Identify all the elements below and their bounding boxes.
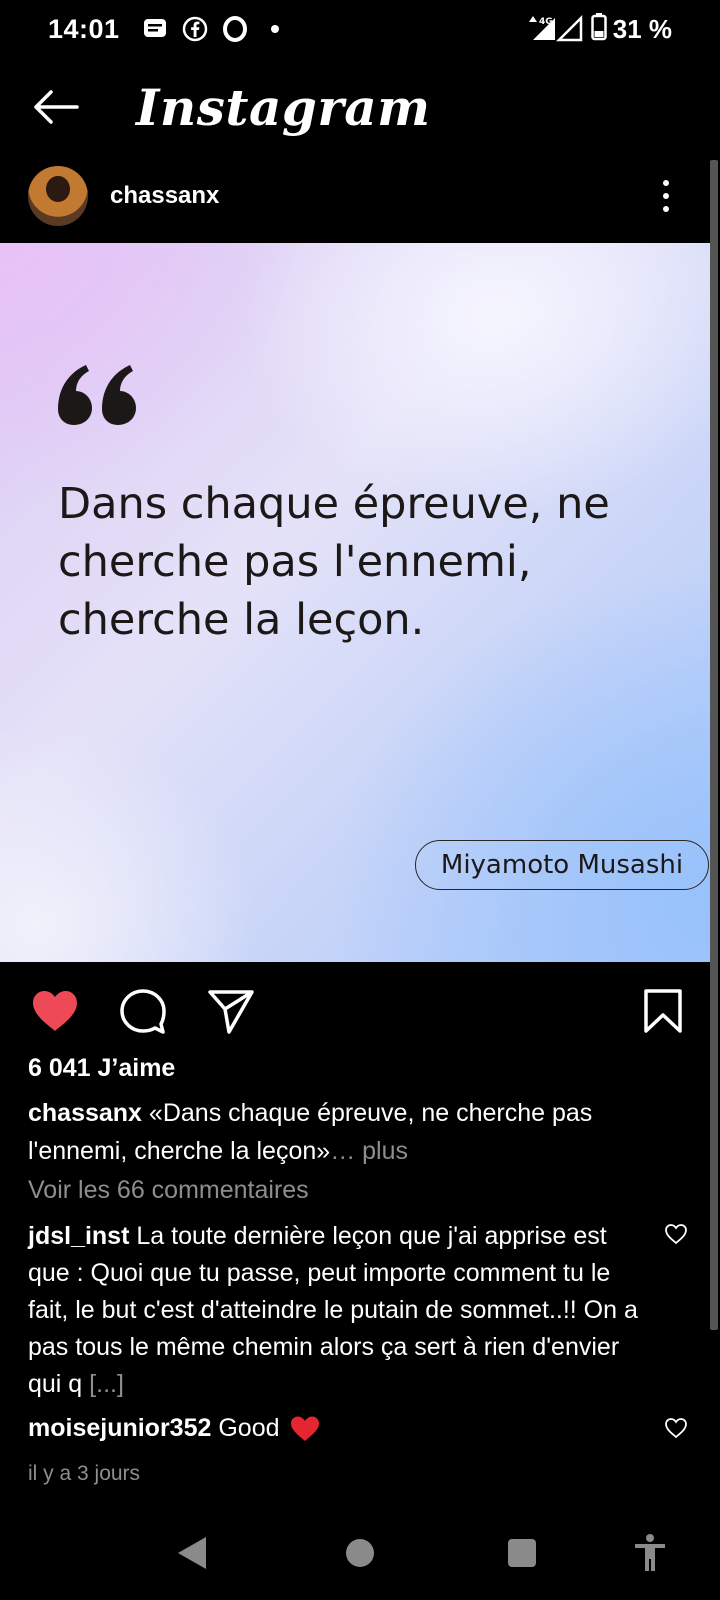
post-caption[interactable]: chassanx «Dans chaque épreuve, ne cherch…	[28, 1094, 668, 1170]
scrollbar[interactable]	[710, 160, 718, 1330]
more-icon-dot	[663, 193, 669, 199]
message-icon	[142, 16, 168, 42]
circle-home-icon	[346, 1539, 374, 1567]
quote-author: Miyamoto Musashi	[415, 840, 709, 890]
heart-filled-icon	[33, 991, 77, 1031]
like-button[interactable]	[28, 984, 82, 1038]
save-button[interactable]	[636, 984, 690, 1038]
comment-icon	[120, 989, 166, 1034]
back-button[interactable]	[0, 62, 110, 152]
red-heart-emoji-icon	[291, 1416, 320, 1442]
quote-line: Dans chaque épreuve, ne	[58, 479, 610, 529]
signal-icon: 4G	[527, 12, 585, 47]
avatar[interactable]	[28, 166, 88, 226]
notification-icons	[142, 16, 288, 42]
quote-line: cherche la leçon.	[58, 595, 425, 645]
accessibility-icon	[635, 1534, 665, 1571]
post-timestamp: il y a 3 jours	[28, 1462, 141, 1485]
system-status: 4G 31 %	[527, 12, 672, 47]
nav-back-button[interactable]	[152, 1506, 232, 1600]
share-button[interactable]	[204, 984, 258, 1038]
more-options-button[interactable]	[654, 171, 678, 221]
post-image[interactable]: Dans chaque épreuve, ne cherche pas l'en…	[0, 243, 710, 962]
opera-icon	[222, 16, 248, 42]
comment-username[interactable]: jdsl_inst	[28, 1222, 129, 1250]
comment-username[interactable]: moisejunior352	[28, 1414, 211, 1442]
more-icon-dot	[663, 206, 669, 212]
status-bar: 14:01 4G 31 %	[0, 0, 720, 58]
comment-item: moisejunior352 Good	[28, 1410, 638, 1447]
comment-item: jdsl_inst La toute dernière leçon que j'…	[28, 1218, 638, 1403]
post-actions	[0, 976, 720, 1046]
quote-text: Dans chaque épreuve, ne cherche pas l'en…	[58, 475, 678, 649]
facebook-icon	[182, 16, 208, 42]
post-username[interactable]: chassanx	[110, 182, 219, 210]
quote-icon	[58, 365, 136, 425]
view-comments-link[interactable]: Voir les 66 commentaires	[28, 1176, 309, 1205]
quote-line: cherche pas l'ennemi,	[58, 537, 532, 587]
dot-icon	[262, 16, 288, 42]
app-title: Instagram	[136, 77, 431, 137]
heart-outline-icon	[665, 1418, 687, 1439]
post-header: chassanx	[0, 158, 720, 234]
send-icon	[208, 990, 254, 1034]
nav-home-button[interactable]	[320, 1506, 400, 1600]
battery-icon	[590, 12, 607, 46]
arrow-left-icon	[34, 90, 79, 124]
comment-more-link[interactable]: [...]	[89, 1370, 124, 1398]
triangle-back-icon	[178, 1537, 206, 1569]
nav-recents-button[interactable]	[482, 1506, 562, 1600]
heart-outline-icon	[665, 1224, 687, 1245]
app-header: Instagram	[0, 62, 720, 152]
caption-username[interactable]: chassanx	[28, 1099, 142, 1127]
comment-like-button[interactable]	[662, 1414, 690, 1442]
caption-more-link[interactable]: … plus	[330, 1137, 408, 1165]
bookmark-icon	[644, 989, 682, 1033]
square-recents-icon	[508, 1539, 536, 1567]
system-nav-bar	[0, 1506, 720, 1600]
likes-count[interactable]: 6 041 J’aime	[28, 1054, 175, 1083]
status-time: 14:01	[48, 13, 120, 44]
battery-percentage: 31 %	[612, 13, 672, 44]
comment-text: Good	[218, 1414, 280, 1442]
accessibility-button[interactable]	[610, 1506, 690, 1600]
more-icon-dot	[663, 180, 669, 186]
comment-like-button[interactable]	[662, 1220, 690, 1248]
comment-button[interactable]	[116, 984, 170, 1038]
